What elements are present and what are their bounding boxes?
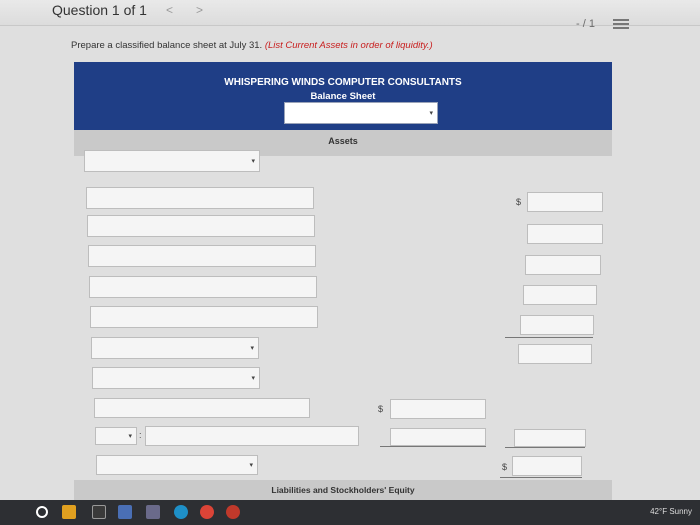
- asset-amount-input[interactable]: [390, 399, 486, 419]
- liabilities-section-header: Liabilities and Stockholders' Equity: [74, 480, 612, 500]
- file-explorer-icon[interactable]: [62, 505, 76, 519]
- asset-account-input[interactable]: [87, 215, 315, 237]
- subtotal-rule: [380, 446, 486, 447]
- total-assets-select[interactable]: ▾: [96, 455, 258, 475]
- total-rule: [500, 477, 582, 478]
- store-icon[interactable]: [146, 505, 160, 519]
- assets-label: Assets: [328, 136, 358, 146]
- weather-widget[interactable]: 42°F Sunny: [650, 507, 692, 516]
- previous-question-button[interactable]: <: [166, 3, 173, 17]
- app-icon[interactable]: [226, 505, 240, 519]
- total-assets-amount-input[interactable]: [512, 456, 582, 476]
- next-question-button[interactable]: >: [196, 3, 203, 17]
- asset-category-select[interactable]: ▾: [84, 150, 260, 172]
- asset-amount-input[interactable]: [527, 192, 603, 212]
- chevron-down-icon: ▾: [249, 462, 253, 469]
- statement-date-select[interactable]: ▾: [284, 102, 438, 124]
- total-category-select[interactable]: ▾: [91, 337, 259, 359]
- chrome-icon[interactable]: [200, 505, 214, 519]
- dollar-sign: $: [378, 404, 384, 414]
- chevron-down-icon: ▾: [251, 375, 255, 382]
- statement-title: Balance Sheet: [310, 91, 376, 102]
- question-list-icon[interactable]: [613, 19, 629, 32]
- chevron-down-icon: ▾: [429, 110, 433, 117]
- instructions-hint: (List Current Assets in order of liquidi…: [264, 40, 433, 51]
- subtotal-rule: [505, 447, 585, 448]
- asset-amount-input[interactable]: [527, 224, 603, 244]
- score-indicator: - / 1: [576, 18, 595, 30]
- app-icon[interactable]: [92, 505, 106, 519]
- asset-account-input[interactable]: [88, 245, 316, 267]
- asset-amount-input[interactable]: [520, 315, 594, 335]
- edge-icon[interactable]: [174, 505, 188, 519]
- taskbar: 42°F Sunny: [0, 500, 700, 525]
- subtotal-rule: [505, 337, 593, 338]
- dollar-sign: $: [502, 462, 508, 472]
- colon-separator: :: [139, 430, 142, 440]
- question-header-bar: Question 1 of 1 < >: [0, 0, 700, 26]
- asset-category-select[interactable]: ▾: [92, 367, 260, 389]
- start-icon[interactable]: [36, 506, 48, 518]
- instructions: Prepare a classified balance sheet at Ju…: [71, 40, 433, 51]
- instructions-text: Prepare a classified balance sheet at Ju…: [71, 40, 263, 51]
- asset-account-input[interactable]: [89, 276, 317, 298]
- asset-account-input[interactable]: [86, 187, 314, 209]
- net-amount-input[interactable]: [514, 429, 586, 447]
- total-amount-input[interactable]: [518, 344, 592, 364]
- contra-amount-input[interactable]: [390, 428, 486, 446]
- chevron-down-icon: ▾: [251, 158, 255, 165]
- company-name: WHISPERING WINDS COMPUTER CONSULTANTS: [224, 77, 462, 88]
- contra-account-input[interactable]: [145, 426, 359, 446]
- less-select[interactable]: ▾: [95, 427, 137, 445]
- asset-amount-input[interactable]: [523, 285, 597, 305]
- statement-header: WHISPERING WINDS COMPUTER CONSULTANTS Ba…: [74, 62, 612, 130]
- question-title: Question 1 of 1: [52, 2, 147, 18]
- asset-account-input[interactable]: [90, 306, 318, 328]
- asset-account-input[interactable]: [94, 398, 310, 418]
- mail-icon[interactable]: [118, 505, 132, 519]
- dollar-sign: $: [516, 197, 522, 207]
- chevron-down-icon: ▾: [128, 433, 132, 440]
- liabilities-label: Liabilities and Stockholders' Equity: [271, 485, 415, 495]
- asset-amount-input[interactable]: [525, 255, 601, 275]
- chevron-down-icon: ▾: [250, 345, 254, 352]
